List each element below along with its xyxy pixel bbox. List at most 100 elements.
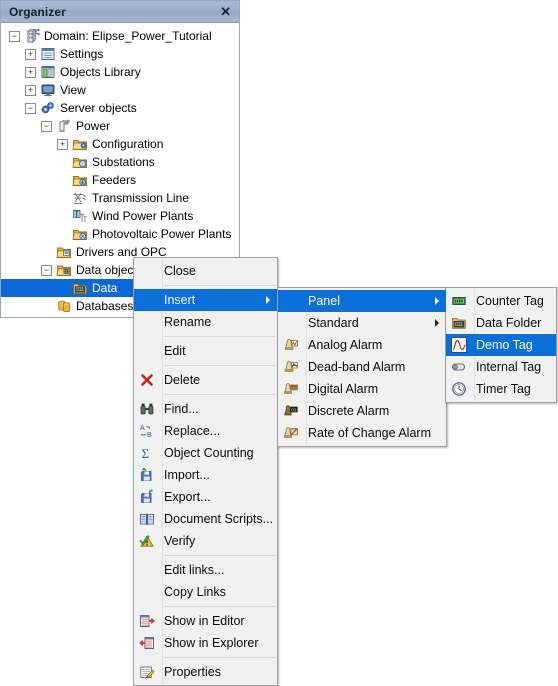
- twisty-plus-icon[interactable]: +: [25, 66, 36, 78]
- menu-item-dead-band-alarm[interactable]: Dead-band Alarm: [278, 356, 446, 378]
- close-icon[interactable]: ✕: [218, 5, 233, 18]
- menu-item-timer-tag[interactable]: Timer Tag: [446, 378, 556, 400]
- panel-submenu[interactable]: Counter Tag 011 Data Folder Demo Tag Int…: [445, 287, 557, 403]
- discrete-alarm-icon: 01: [283, 403, 299, 419]
- menu-item-close[interactable]: Close: [134, 260, 277, 282]
- tree-item-configuration[interactable]: + Configuration: [1, 135, 239, 153]
- tree-item-label: Server objects: [60, 101, 137, 115]
- menu-item-label: Demo Tag: [476, 338, 533, 352]
- context-menu[interactable]: Close Insert Rename Edit Delete Find... …: [133, 257, 278, 686]
- menu-item-label: Digital Alarm: [308, 382, 379, 396]
- tree-item-label: View: [60, 83, 86, 97]
- menu-item-export[interactable]: Export...: [134, 486, 277, 508]
- twisty-minus-icon[interactable]: −: [9, 30, 20, 42]
- tree-item-power[interactable]: − Power: [1, 117, 239, 135]
- menu-item-discrete-alarm[interactable]: 01 Discrete Alarm: [278, 400, 446, 422]
- menu-separator: [164, 657, 275, 658]
- menu-item-find[interactable]: Find...: [134, 398, 277, 420]
- svg-text:011: 011: [455, 322, 463, 328]
- twisty-minus-icon[interactable]: −: [41, 120, 52, 132]
- data-folder-icon: 011: [72, 280, 88, 296]
- menu-item-copy-links[interactable]: Copy Links: [134, 581, 277, 603]
- tree-item-server-objects[interactable]: − Server objects: [1, 99, 239, 117]
- import-icon: [139, 467, 155, 483]
- show-in-explorer-icon: [139, 635, 155, 651]
- menu-item-replace[interactable]: A B Replace...: [134, 420, 277, 442]
- tree-item-feeders[interactable]: Feeders: [1, 171, 239, 189]
- tree-item-label: Databases: [76, 299, 134, 313]
- verify-icon: [139, 533, 155, 549]
- menu-item-label: Insert: [164, 293, 196, 307]
- menu-item-label: Rename: [164, 315, 212, 329]
- menu-item-verify[interactable]: Verify: [134, 530, 277, 552]
- chevron-right-icon: [435, 297, 439, 305]
- deadband-alarm-icon: [283, 359, 299, 375]
- twisty-plus-icon[interactable]: +: [25, 84, 36, 96]
- menu-separator: [164, 555, 275, 556]
- tree-item-transmission-line[interactable]: Transmission Line: [1, 189, 239, 207]
- demo-tag-icon: [451, 337, 467, 353]
- tree-item-settings[interactable]: + Settings: [1, 45, 239, 63]
- menu-item-label: Panel: [308, 294, 340, 308]
- menu-item-import[interactable]: Import...: [134, 464, 277, 486]
- twisty-plus-icon[interactable]: +: [57, 138, 68, 150]
- tree-item-wind-power-plants[interactable]: Wind Power Plants: [1, 207, 239, 225]
- tree-item-label: Alarms: [76, 316, 113, 317]
- menu-item-label: Rate of Change Alarm: [308, 426, 431, 440]
- menu-item-edit-links[interactable]: Edit links...: [134, 559, 277, 581]
- menu-item-rate-of-change-alarm[interactable]: Rate of Change Alarm: [278, 422, 446, 444]
- twisty-minus-icon[interactable]: −: [41, 264, 52, 276]
- menu-item-document-scripts[interactable]: Document Scripts...: [134, 508, 277, 530]
- organizer-titlebar[interactable]: Organizer ✕: [1, 1, 239, 23]
- tree-item-label: Substations: [92, 155, 155, 169]
- tree-item-substations[interactable]: Substations: [1, 153, 239, 171]
- menu-item-label: Delete: [164, 373, 201, 387]
- menu-item-analog-alarm[interactable]: Analog Alarm: [278, 334, 446, 356]
- domain-icon: [24, 28, 40, 44]
- power-icon: [56, 118, 72, 134]
- menu-item-edit[interactable]: Edit: [134, 340, 277, 362]
- chevron-right-icon: [266, 296, 270, 304]
- menu-item-delete[interactable]: Delete: [134, 369, 277, 391]
- menu-item-insert[interactable]: Insert: [134, 289, 277, 311]
- menu-item-properties[interactable]: Properties: [134, 661, 277, 683]
- data-objects-folder-icon: 011: [56, 262, 72, 278]
- substations-folder-icon: [72, 154, 88, 170]
- show-in-editor-icon: [139, 613, 155, 629]
- menu-item-rename[interactable]: Rename: [134, 311, 277, 333]
- drivers-opc-folder-icon: [56, 244, 72, 260]
- svg-text:Σ: Σ: [142, 446, 150, 461]
- menu-separator: [164, 394, 275, 395]
- tree-item-photovoltaic-power-plants[interactable]: Photovoltaic Power Plants: [1, 225, 239, 243]
- menu-item-label: Edit: [164, 344, 186, 358]
- digital-alarm-icon: [283, 381, 299, 397]
- twisty-plus-icon[interactable]: +: [25, 48, 36, 60]
- menu-item-label: Counter Tag: [476, 294, 544, 308]
- menu-item-data-folder[interactable]: 011 Data Folder: [446, 312, 556, 334]
- menu-item-object-counting[interactable]: Σ Object Counting: [134, 442, 277, 464]
- menu-item-label: Discrete Alarm: [308, 404, 390, 418]
- menu-item-demo-tag[interactable]: Demo Tag: [446, 334, 556, 356]
- twisty-minus-icon[interactable]: −: [25, 102, 36, 114]
- find-binoculars-icon: [139, 401, 155, 417]
- menu-item-show-in-explorer[interactable]: Show in Explorer: [134, 632, 277, 654]
- tree-item-label: Data: [92, 281, 118, 295]
- tree-item-domain[interactable]: − Domain: Elipse_Power_Tutorial: [1, 27, 239, 45]
- svg-text:01: 01: [291, 407, 297, 412]
- insert-submenu[interactable]: Panel Standard Analog Alarm Dead-band Al…: [277, 287, 447, 447]
- tree-item-objects-library[interactable]: + Objects Library: [1, 63, 239, 81]
- rate-of-change-alarm-icon: [283, 425, 299, 441]
- timer-tag-icon: [451, 381, 467, 397]
- menu-item-internal-tag[interactable]: Internal Tag: [446, 356, 556, 378]
- menu-separator: [164, 606, 275, 607]
- menu-item-digital-alarm[interactable]: Digital Alarm: [278, 378, 446, 400]
- server-objects-icon: [40, 100, 56, 116]
- menu-item-counter-tag[interactable]: Counter Tag: [446, 290, 556, 312]
- tree-item-view[interactable]: + View: [1, 81, 239, 99]
- menu-item-show-in-editor[interactable]: Show in Editor: [134, 610, 277, 632]
- menu-item-standard[interactable]: Standard: [278, 312, 446, 334]
- delete-x-icon: [139, 372, 155, 388]
- menu-item-label: Properties: [164, 665, 221, 679]
- menu-item-panel[interactable]: Panel: [278, 290, 446, 312]
